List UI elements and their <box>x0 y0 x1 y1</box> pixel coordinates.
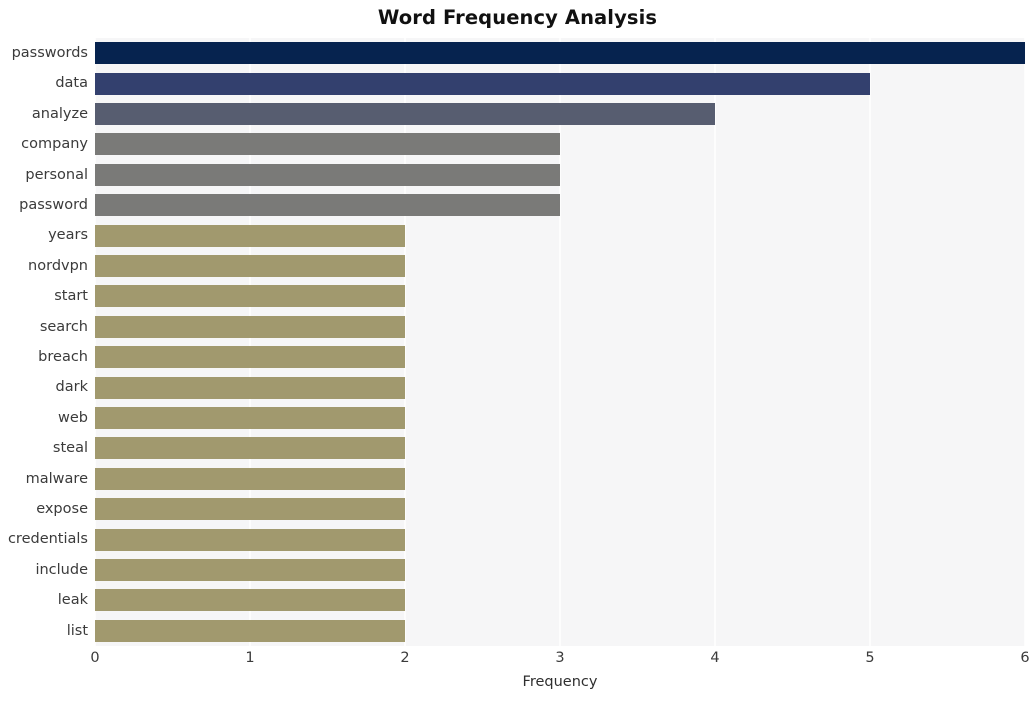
y-tick-label-credentials: credentials <box>7 531 88 548</box>
y-tick-label-personal: personal <box>25 166 88 183</box>
y-tick-label-nordvpn: nordvpn <box>28 257 88 274</box>
bar-series <box>95 38 1025 646</box>
bar-row <box>95 433 1025 463</box>
bar-expose <box>95 498 405 521</box>
bar-row <box>95 312 1025 342</box>
x-tick-label-4: 4 <box>710 650 720 666</box>
bar-search <box>95 315 405 338</box>
y-tick-label-steal: steal <box>52 440 88 457</box>
chart-figure: Word Frequency Analysis passwords data ana… <box>0 0 1035 701</box>
y-tick-label-list: list <box>66 622 88 639</box>
x-axis-title: Frequency <box>522 674 598 690</box>
bar-row <box>95 524 1025 554</box>
bar-row <box>95 160 1025 190</box>
bar-dark <box>95 376 405 399</box>
bar-leak <box>95 589 405 612</box>
bar-company <box>95 133 560 156</box>
bar-row <box>95 464 1025 494</box>
bar-years <box>95 224 405 247</box>
y-tick-label-passwords: passwords <box>11 45 88 61</box>
y-tick-label-start: start <box>54 288 88 305</box>
y-tick-label-password: password <box>19 197 88 213</box>
bar-row <box>95 403 1025 433</box>
bar-row <box>95 555 1025 585</box>
bar-analyze <box>95 102 715 125</box>
bar-breach <box>95 346 405 369</box>
y-tick-label-include: include <box>35 561 88 578</box>
bar-row <box>95 190 1025 220</box>
y-tick-label-years: years <box>48 227 88 244</box>
x-tick-label-1: 1 <box>245 650 255 666</box>
bar-row <box>95 342 1025 372</box>
bar-row <box>95 494 1025 524</box>
bar-personal <box>95 163 560 186</box>
y-tick-label-leak: leak <box>57 592 88 609</box>
bar-row <box>95 251 1025 281</box>
bar-list <box>95 619 405 642</box>
bar-include <box>95 558 405 581</box>
plot-area <box>95 38 1025 646</box>
bar-malware <box>95 467 405 490</box>
y-tick-label-breach: breach <box>38 349 88 365</box>
bar-row <box>95 68 1025 98</box>
y-tick-label-data: data <box>55 75 88 92</box>
y-tick-label-company: company <box>21 136 88 153</box>
x-tick-label-5: 5 <box>865 650 875 666</box>
bar-row <box>95 220 1025 250</box>
bar-steal <box>95 437 405 460</box>
bar-data <box>95 72 870 95</box>
chart-title: Word Frequency Analysis <box>377 6 658 29</box>
y-tick-label-search: search <box>39 318 88 335</box>
bar-credentials <box>95 528 405 551</box>
y-tick-label-analyze: analyze <box>31 105 88 122</box>
bar-password <box>95 194 560 217</box>
bar-web <box>95 406 405 429</box>
bar-row <box>95 616 1025 646</box>
bar-row <box>95 129 1025 159</box>
bar-start <box>95 285 405 308</box>
x-axis-tick-labels: 0 1 2 3 4 5 6 <box>0 650 1035 674</box>
bar-nordvpn <box>95 254 405 277</box>
x-tick-label-3: 3 <box>555 650 565 666</box>
x-tick-label-6: 6 <box>1020 650 1030 666</box>
bar-row <box>95 281 1025 311</box>
y-tick-label-web: web <box>58 409 88 426</box>
y-tick-label-malware: malware <box>25 470 88 487</box>
bar-row <box>95 99 1025 129</box>
x-tick-label-0: 0 <box>90 650 100 666</box>
y-tick-label-dark: dark <box>55 379 88 396</box>
y-tick-label-expose: expose <box>36 501 88 517</box>
y-axis-tick-labels: passwords data analyze company personal passw… <box>0 38 88 646</box>
bar-row <box>95 38 1025 68</box>
bar-row <box>95 585 1025 615</box>
x-tick-label-2: 2 <box>400 650 410 666</box>
bar-row <box>95 372 1025 402</box>
bar-passwords <box>95 42 1025 65</box>
